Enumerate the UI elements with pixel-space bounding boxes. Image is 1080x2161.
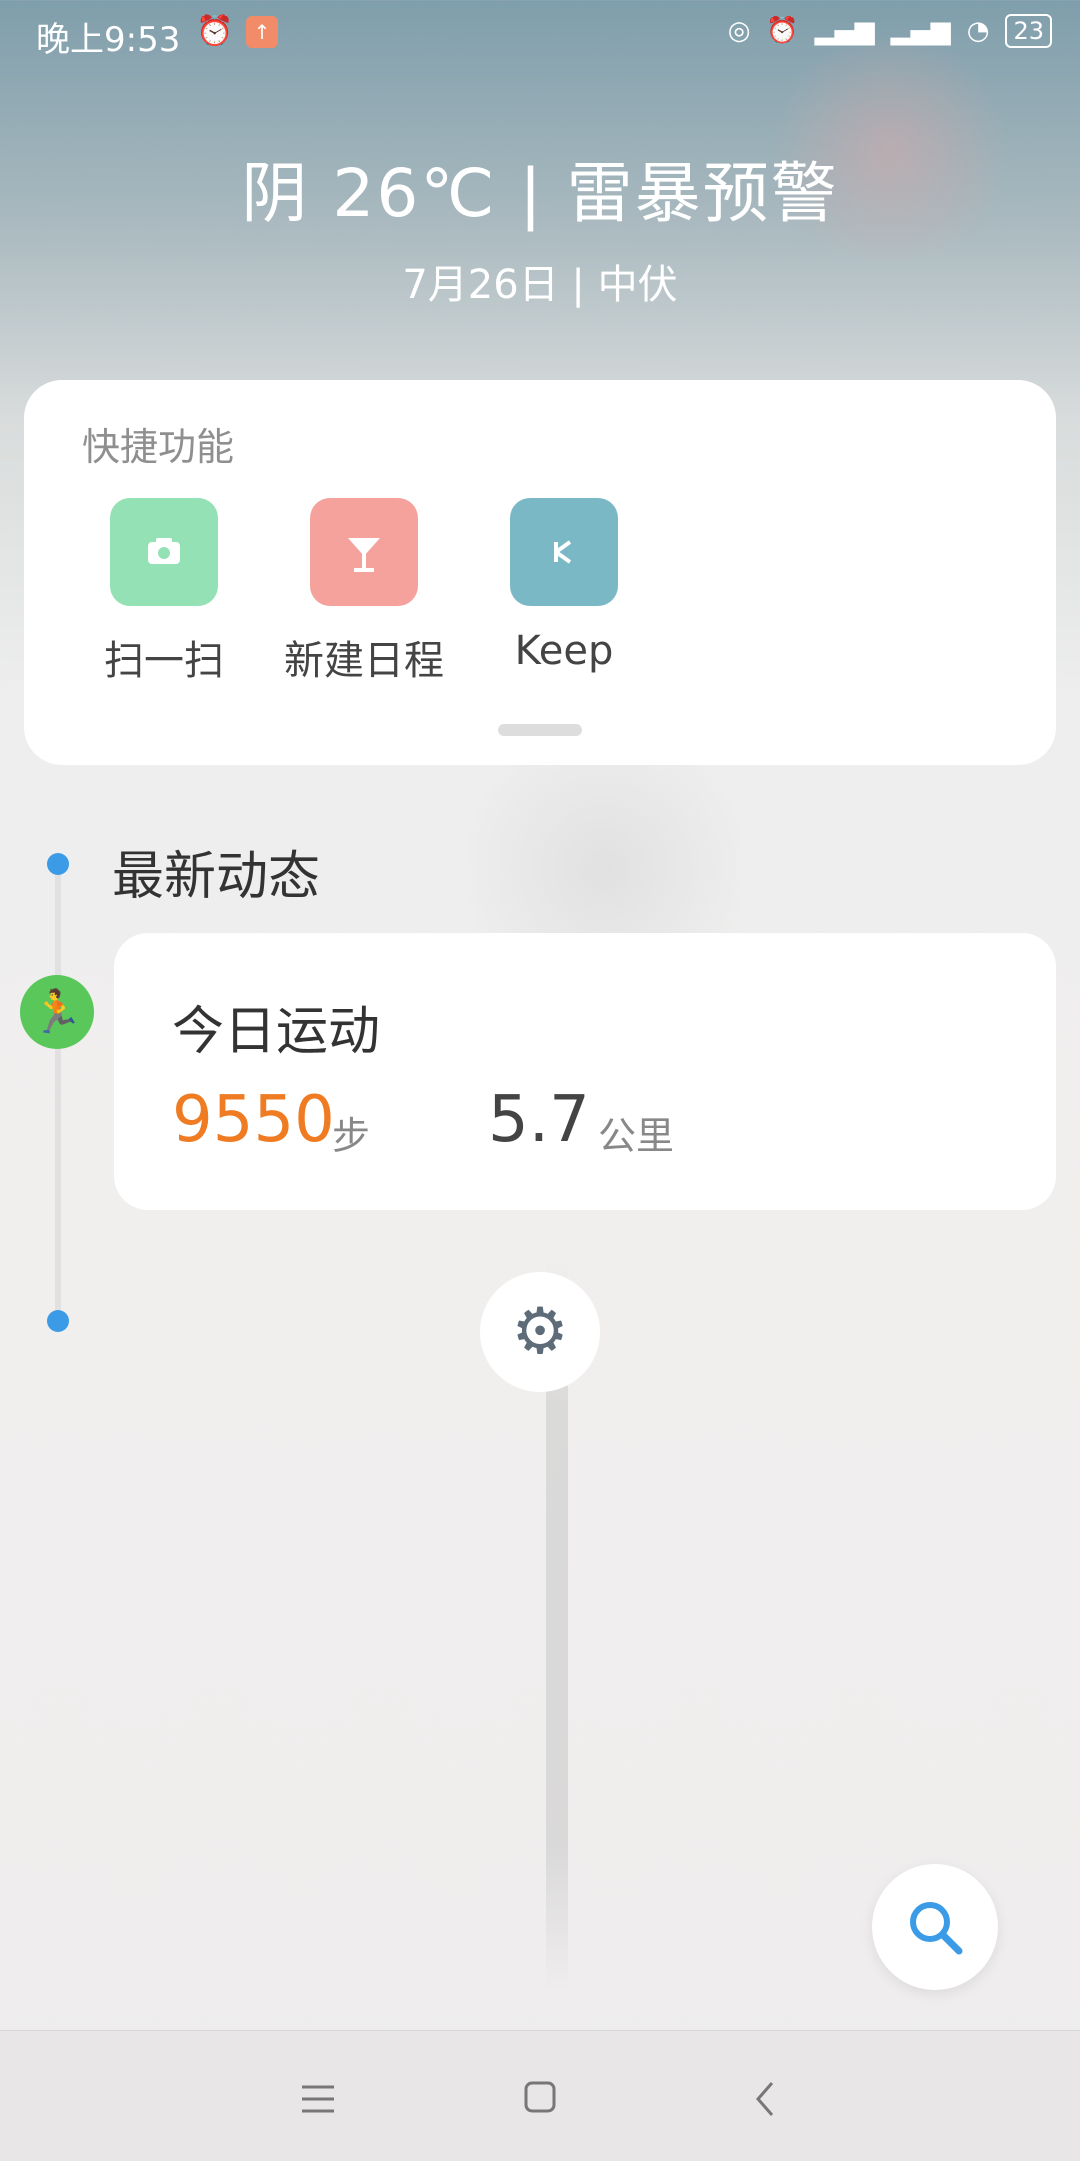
cocktail-icon [310,498,418,606]
running-icon: 🏃 [20,975,94,1049]
hotspot-icon: ◎ [727,16,751,46]
navigation-bar [0,2030,1080,2161]
status-indicators: ◎ ⏰ ▂▄▆ ▂▄▆ ◔ 23 [728,14,1052,48]
search-button[interactable] [872,1864,998,1990]
weather-header[interactable]: 阴 26℃ | 雷暴预警 7月26日 | 中伏 [0,140,1080,310]
back-button[interactable] [736,2069,796,2129]
feed-title: 最新动态 [112,847,321,907]
weather-summary: 阴 26℃ | 雷暴预警 [241,155,839,232]
timeline-line [55,866,61,1326]
battery-indicator: 23 [1005,14,1052,48]
quick-action-keep[interactable]: Keep [464,498,664,674]
signal-hd-icon: ▂▄▆ [890,16,951,46]
timeline-dot [47,1310,69,1332]
gear-icon: ⚙ [511,1295,569,1369]
status-bar: 晚上9:53 ⏰ ↑ ◎ ⏰ ▂▄▆ ▂▄▆ ◔ 23 [0,0,1080,66]
search-icon [910,1902,963,1955]
signal-icon: ▂▄▆ [814,16,875,46]
distance-unit: 公里 [598,1114,675,1158]
quick-actions-title: 快捷功能 [82,425,235,469]
quick-action-new-event[interactable]: 新建日程 [264,498,464,686]
home-button[interactable] [510,2069,570,2129]
quick-action-label: 扫一扫 [104,638,224,684]
distance-value: 5.7 [488,1083,590,1157]
weather-date: 7月26日 | 中伏 [402,262,678,308]
menu-icon [302,2085,334,2113]
quick-actions-card: 快捷功能 扫一扫 新建日程 Keep [24,380,1056,765]
back-icon [756,2082,774,2116]
alarm-icon: ⏰ [196,14,234,49]
steps-unit: 步 [332,1114,371,1158]
quick-action-label: 新建日程 [284,638,444,684]
keep-icon [510,498,618,606]
sport-card-title: 今日运动 [172,1002,381,1062]
camera-icon [110,498,218,606]
home-icon [524,2081,556,2113]
wifi-icon: ◔ [966,16,990,46]
quick-action-scan[interactable]: 扫一扫 [64,498,264,686]
status-time: 晚上9:53 [36,20,181,60]
steps-value: 9550 [172,1083,335,1157]
quick-action-label: Keep [514,628,614,674]
menu-button[interactable] [288,2069,348,2129]
sport-card[interactable]: 今日运动 9550 步 5.7 公里 [114,933,1056,1210]
expand-handle[interactable] [498,724,582,736]
alarm-icon: ⏰ [766,16,799,46]
app-notification-icon: ↑ [246,16,278,48]
settings-button[interactable]: ⚙ [480,1272,600,1392]
timeline-dot [47,853,69,875]
